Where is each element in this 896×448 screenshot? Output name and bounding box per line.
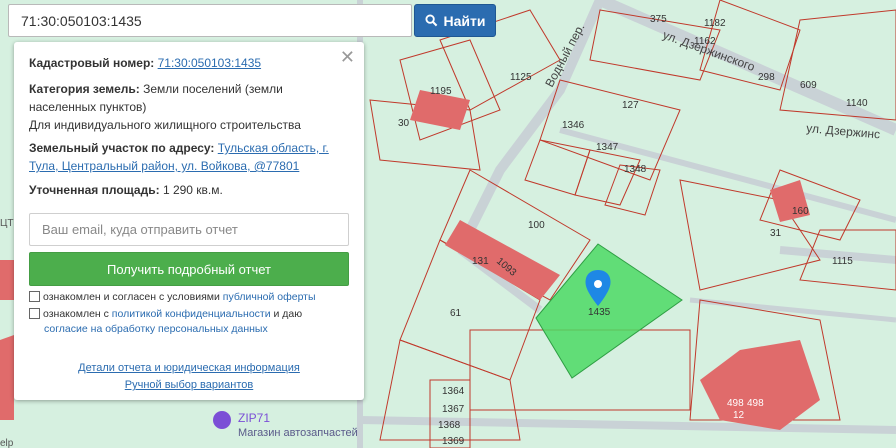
cadastral-link[interactable]: 71:30:050103:1435: [158, 56, 261, 70]
privacy-policy-link[interactable]: политикой конфиденциальности: [112, 308, 271, 320]
address-link[interactable]: Тульская область, г.: [218, 141, 329, 155]
parcel-label: 1195: [430, 86, 452, 97]
parcel-label: 298: [758, 72, 775, 83]
area-value: 1 290 кв.м.: [162, 183, 223, 197]
category-row: Категория земель: Земли поселений (земли: [29, 80, 283, 98]
cadastral-label: Кадастровый номер:: [29, 56, 155, 70]
email-input[interactable]: [29, 213, 349, 246]
parcel-label: 131: [472, 256, 489, 267]
consent-offer-text: ознакомлен и согласен с условиями: [43, 291, 223, 303]
parcel-label: 1367: [442, 404, 465, 415]
parcel-label-selected: 1435: [588, 307, 611, 318]
parcel-label: 1348: [624, 164, 647, 175]
parcel-label: 375: [650, 14, 667, 25]
consent-privacy-mid: и даю: [270, 308, 303, 320]
partial-label: elp: [0, 438, 14, 448]
close-icon[interactable]: ✕: [340, 48, 355, 66]
data-processing-link[interactable]: согласие на обработку персональных данны…: [44, 323, 268, 335]
parcel-label: 160: [792, 206, 809, 217]
parcel-label: 30: [398, 118, 410, 129]
parcel-label: 1369: [442, 436, 465, 447]
get-report-button[interactable]: Получить подробный отчет: [29, 252, 349, 286]
parcel-label: 61: [450, 308, 462, 319]
parcel-label: 1125: [510, 72, 532, 83]
parcel-label: 1182: [704, 18, 726, 29]
search-bar: [8, 4, 412, 37]
partial-label: ЦТ: [0, 218, 14, 229]
details-link[interactable]: Детали отчета и юридическая информация: [14, 362, 364, 374]
parcel-label: 1368: [438, 420, 461, 431]
building: [0, 260, 14, 300]
shop-icon[interactable]: [213, 411, 231, 429]
parcel-label: 1346: [562, 120, 585, 131]
parcel-label: 100: [528, 220, 545, 231]
parcel-label: 1364: [442, 386, 465, 397]
offer-checkbox[interactable]: [29, 291, 40, 302]
address-row: Земельный участок по адресу: Тульская об…: [29, 139, 329, 157]
consent-privacy-text: ознакомлен с: [43, 308, 112, 320]
building: [0, 335, 14, 420]
parcel-label: 609: [800, 80, 817, 91]
parcel-label: 127: [622, 100, 639, 111]
address-link-continued[interactable]: Тула, Центральный район, ул. Войкова, @7…: [29, 159, 299, 173]
offer-link[interactable]: публичной оферты: [223, 291, 316, 303]
parcel-label: 12: [733, 410, 745, 421]
consent-privacy: ознакомлен с политикой конфиденциальност…: [29, 307, 302, 322]
consent-offer: ознакомлен и согласен с условиями публич…: [29, 290, 316, 305]
category-value-line: населенных пунктов): [29, 100, 147, 114]
area-label: Уточненная площадь:: [29, 183, 160, 197]
address-line: Тула, Центральный район, ул. Войкова, @7…: [29, 157, 299, 175]
search-button-label: Найти: [443, 12, 486, 29]
parcel-label: 1140: [846, 98, 868, 109]
search-button[interactable]: Найти: [414, 4, 496, 37]
parcel-label: 498: [747, 398, 764, 409]
area-row: Уточненная площадь: 1 290 кв.м.: [29, 181, 223, 199]
parcel-label: 1162: [694, 36, 716, 47]
search-icon: [424, 14, 437, 27]
poi-name: ZIP71: [238, 411, 270, 425]
category-label: Категория земель:: [29, 82, 140, 96]
cadastral-row: Кадастровый номер: 71:30:050103:1435: [29, 54, 261, 72]
info-panel: ✕ Кадастровый номер: 71:30:050103:1435 К…: [14, 42, 364, 400]
search-input[interactable]: [9, 5, 411, 36]
land-use-value: Для индивидуального жилищного строительс…: [29, 118, 301, 132]
parcel-label: 1115: [832, 256, 853, 267]
privacy-checkbox[interactable]: [29, 308, 40, 319]
parcel-label: 1347: [596, 142, 619, 153]
category-value: Земли поселений (земли: [143, 82, 283, 96]
parcel-label: 31: [770, 228, 782, 239]
address-label: Земельный участок по адресу:: [29, 141, 215, 155]
parcel-label: 498: [727, 398, 744, 409]
consent-privacy-line: согласие на обработку персональных данны…: [44, 322, 268, 337]
poi-description: Магазин автозапчастей: [238, 427, 358, 439]
manual-selection-link[interactable]: Ручной выбор вариантов: [14, 379, 364, 391]
